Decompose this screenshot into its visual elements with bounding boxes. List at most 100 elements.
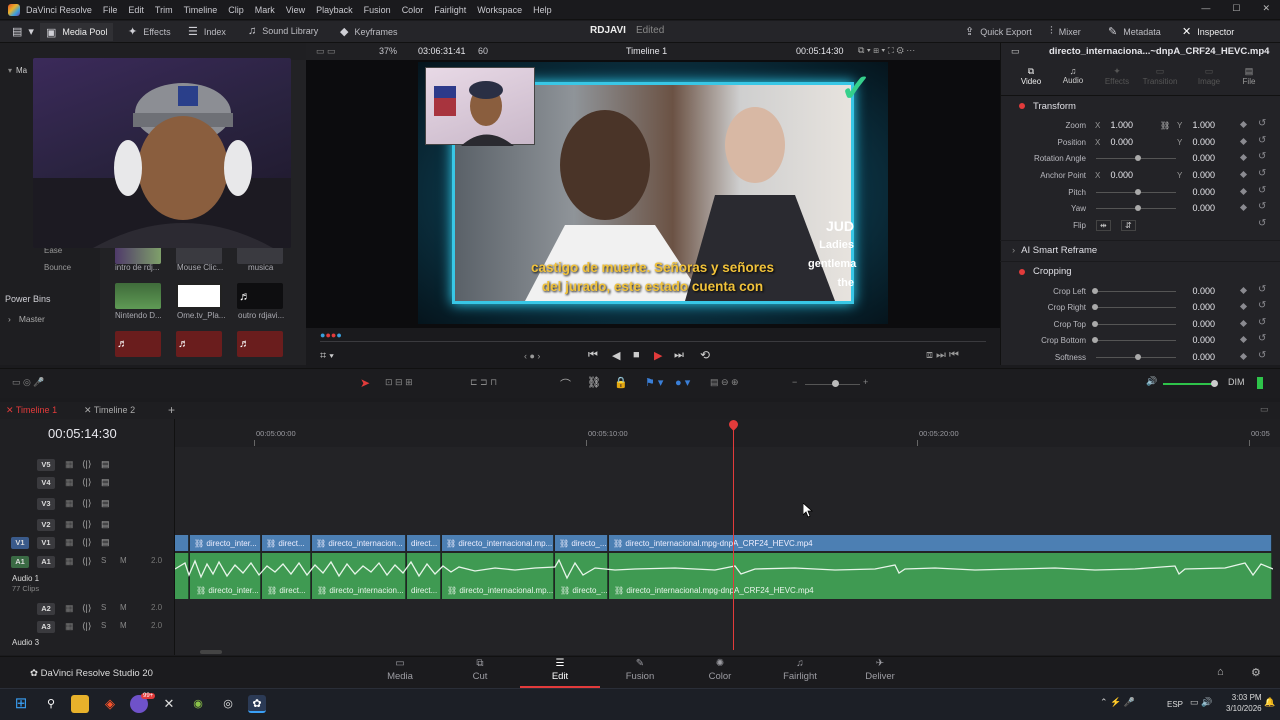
zoom-view-icons[interactable]: ▤ ⊖ ⊕ bbox=[710, 377, 739, 388]
track-lock-icon[interactable]: ▦ bbox=[65, 556, 74, 567]
audio-thumbnail-outro[interactable]: ♬ bbox=[237, 283, 283, 309]
tab-effects[interactable]: ✦ Effects bbox=[1102, 66, 1132, 86]
reset-icon[interactable]: ↺ bbox=[1258, 168, 1266, 179]
scrubber-track[interactable] bbox=[320, 341, 986, 342]
video-clip[interactable]: ⛓ direct... bbox=[262, 535, 311, 551]
video-clip[interactable] bbox=[175, 535, 189, 551]
keyframe-icon[interactable] bbox=[1239, 335, 1248, 344]
keyframe-icon[interactable] bbox=[1239, 170, 1248, 179]
video-clip[interactable]: direct... bbox=[407, 535, 441, 551]
close-icon[interactable]: ✕ bbox=[1262, 3, 1270, 14]
play-reverse-icon[interactable]: ◀ bbox=[612, 349, 620, 362]
anchor-y-value[interactable]: 0.000 bbox=[1175, 170, 1215, 180]
timeline-2-tab[interactable]: ✕ Timeline 2 bbox=[84, 405, 135, 416]
video-clip[interactable]: ⛓ directo_internacional.mp... bbox=[442, 535, 554, 551]
link-icon[interactable]: ⛓ bbox=[1160, 121, 1170, 130]
transform-section-header[interactable]: Transform bbox=[1000, 96, 1280, 116]
brave-browser-icon[interactable]: ◈ bbox=[101, 695, 119, 713]
track-header-a1[interactable]: A1 A1 ▦ ⟨|⟩ S M 2.0 Audio 1 77 Clips bbox=[0, 553, 175, 599]
source-track-label[interactable]: V1 bbox=[11, 537, 29, 549]
rotation-knob[interactable] bbox=[1135, 155, 1141, 161]
reset-icon[interactable]: ↺ bbox=[1258, 350, 1266, 361]
keyframe-icon[interactable] bbox=[1239, 319, 1248, 328]
menu-file[interactable]: File bbox=[103, 5, 118, 15]
track-header-v1[interactable]: V1 V1 ▦ ⟨|⟩ ▤ bbox=[0, 534, 175, 552]
pitch-knob[interactable] bbox=[1135, 189, 1141, 195]
page-media[interactable]: ▭ Media bbox=[360, 658, 440, 682]
keyframes-button[interactable]: ◆ Keyframes bbox=[340, 25, 397, 38]
volume-slider[interactable] bbox=[1163, 383, 1213, 385]
tab-image[interactable]: ▭ Image bbox=[1194, 66, 1224, 86]
flip-vertical-icon[interactable]: ⇵ bbox=[1121, 219, 1136, 231]
tab-audio[interactable]: ♫ Audio bbox=[1062, 66, 1084, 85]
media-pool-button[interactable]: ▣ Media Pool bbox=[40, 23, 114, 41]
reset-icon[interactable]: ↺ bbox=[1258, 300, 1266, 311]
keyframe-icon[interactable] bbox=[1239, 120, 1248, 129]
track-autoselect-icon[interactable]: ⟨|⟩ bbox=[82, 477, 91, 488]
crop-left-slider[interactable] bbox=[1096, 291, 1176, 292]
yaw-value[interactable]: 0.000 bbox=[1175, 203, 1215, 213]
snapping-icon[interactable]: ⌒ bbox=[560, 376, 571, 392]
viewer-extra-icons[interactable]: ⧈ ⏭ ⏮ bbox=[926, 349, 959, 362]
timeline-scrollbar[interactable] bbox=[200, 650, 222, 654]
sound-library-button[interactable]: ♫ Sound Library bbox=[248, 25, 318, 37]
page-deliver[interactable]: ✈ Deliver bbox=[840, 658, 920, 682]
track-header-a3[interactable]: A3 ▦ ⟨|⟩ S M 2.0 bbox=[0, 618, 175, 636]
metadata-button[interactable]: ✎ Metadata bbox=[1108, 25, 1161, 38]
inspector-button[interactable]: ✕ Inspector bbox=[1182, 25, 1234, 38]
keyframe-icon[interactable] bbox=[1239, 203, 1248, 212]
softness-knob[interactable] bbox=[1135, 354, 1141, 360]
keyframe-icon[interactable] bbox=[1239, 137, 1248, 146]
lock-icon[interactable]: 🔒 bbox=[614, 376, 628, 389]
solo-button[interactable]: S bbox=[101, 621, 106, 630]
solo-button[interactable]: S bbox=[101, 556, 106, 565]
layout-icons[interactable]: ▭ ◎ 🎤 bbox=[12, 377, 45, 388]
track-visibility-icon[interactable]: ▤ bbox=[101, 459, 110, 470]
track-lock-icon[interactable]: ▦ bbox=[65, 498, 74, 509]
windows-start-icon[interactable]: ⊞ bbox=[12, 695, 30, 713]
timeline-view-icon[interactable]: ▭ bbox=[1260, 404, 1269, 415]
crop-bottom-slider[interactable] bbox=[1096, 340, 1176, 341]
position-x-value[interactable]: 0.000 bbox=[1093, 137, 1133, 147]
menu-view[interactable]: View bbox=[286, 5, 305, 15]
selection-tool-icon[interactable]: ➤ bbox=[360, 376, 370, 390]
crop-tool-icon[interactable]: ⌗ ▾ bbox=[320, 350, 334, 363]
maximize-icon[interactable]: ☐ bbox=[1232, 3, 1240, 14]
track-lock-icon[interactable]: ▦ bbox=[65, 621, 74, 632]
bin-master-partial[interactable]: ▾ Ma bbox=[8, 66, 27, 75]
marker-icon[interactable]: ● ▾ bbox=[675, 376, 690, 389]
crop-right-value[interactable]: 0.000 bbox=[1175, 302, 1215, 312]
index-button[interactable]: ☰ Index bbox=[188, 25, 226, 38]
reset-icon[interactable]: ↺ bbox=[1258, 135, 1266, 146]
mixer-button[interactable]: ⫶ Mixer bbox=[1050, 25, 1081, 38]
video-clip[interactable]: ⛓ directo_inter... bbox=[190, 535, 261, 551]
notification-bell-icon[interactable]: 🔔 bbox=[1264, 697, 1275, 708]
reset-icon[interactable]: ↺ bbox=[1258, 218, 1266, 229]
skip-start-icon[interactable]: ⏮ bbox=[588, 349, 598, 362]
pitch-value[interactable]: 0.000 bbox=[1175, 187, 1215, 197]
network-volume-icons[interactable]: ▭ 🔊 bbox=[1190, 697, 1212, 708]
crop-left-knob[interactable] bbox=[1092, 288, 1098, 294]
solo-button[interactable]: S bbox=[101, 603, 106, 612]
reset-icon[interactable]: ↺ bbox=[1258, 333, 1266, 344]
settings-gear-icon[interactable]: ⚙ bbox=[1251, 666, 1261, 679]
track-visibility-icon[interactable]: ▤ bbox=[101, 537, 110, 548]
crop-top-slider[interactable] bbox=[1096, 324, 1176, 325]
thumbnail-ometv[interactable] bbox=[176, 283, 222, 309]
crop-right-slider[interactable] bbox=[1096, 307, 1176, 308]
page-fairlight[interactable]: ♫ Fairlight bbox=[760, 658, 840, 682]
playhead[interactable] bbox=[733, 422, 734, 650]
crop-bottom-knob[interactable] bbox=[1092, 337, 1098, 343]
loop-icon[interactable]: ⟲ bbox=[700, 348, 710, 362]
power-bin-master[interactable]: › Master bbox=[8, 314, 45, 324]
zoom-y-value[interactable]: 1.000 bbox=[1175, 120, 1215, 130]
menu-fairlight[interactable]: Fairlight bbox=[434, 5, 466, 15]
crop-right-knob[interactable] bbox=[1092, 304, 1098, 310]
track-autoselect-icon[interactable]: ⟨|⟩ bbox=[82, 556, 91, 567]
inspector-pin-icon[interactable]: ▭ bbox=[1011, 46, 1020, 57]
page-fusion[interactable]: ✎ Fusion bbox=[600, 658, 680, 682]
menu-workspace[interactable]: Workspace bbox=[477, 5, 522, 15]
minimize-icon[interactable]: — bbox=[1201, 3, 1210, 14]
track-lock-icon[interactable]: ▦ bbox=[65, 477, 74, 488]
jog-icon[interactable]: ‹ ● › bbox=[524, 351, 540, 361]
